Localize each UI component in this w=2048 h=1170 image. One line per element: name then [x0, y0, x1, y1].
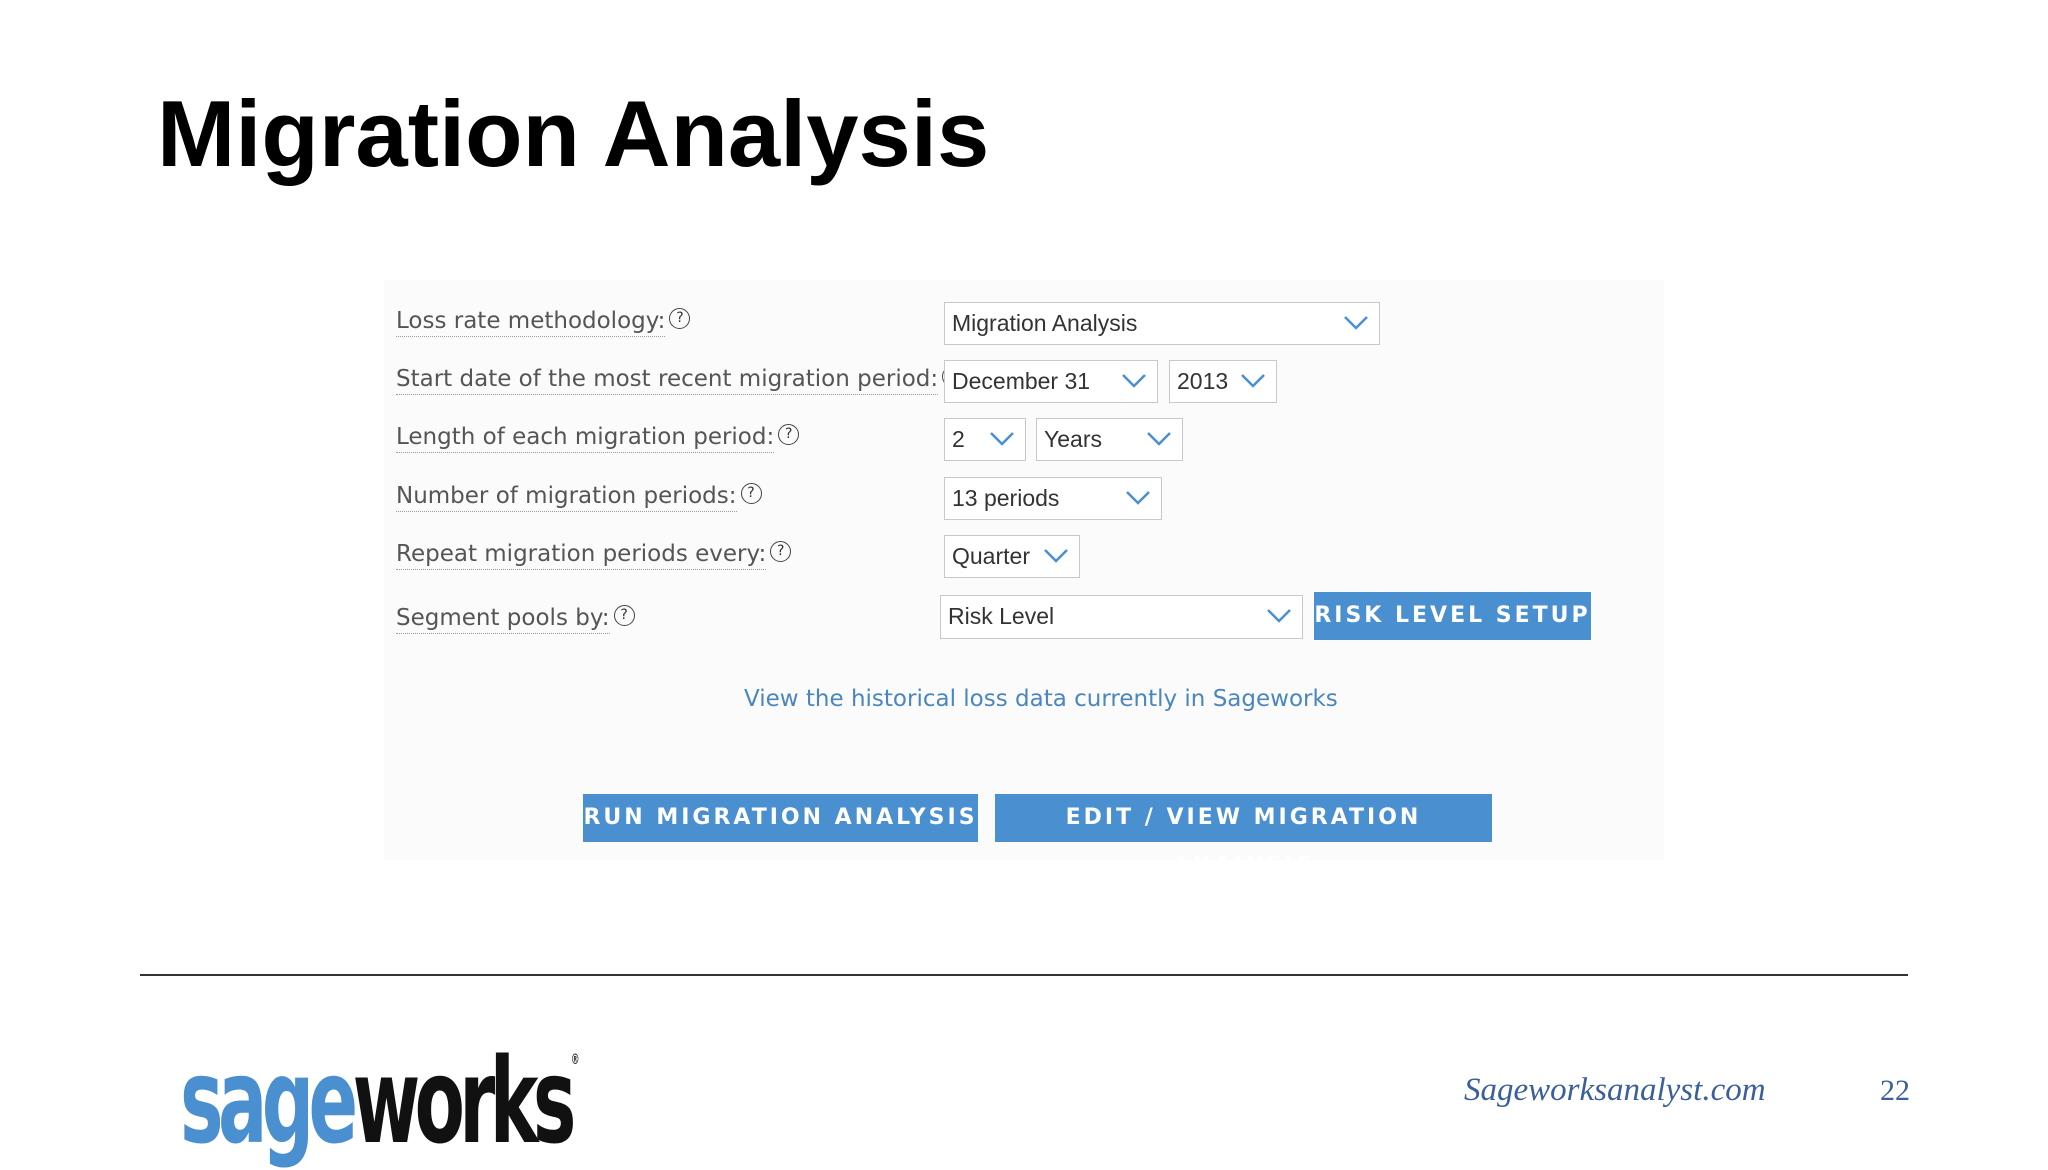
label-text: Start date of the most recent migration …	[396, 366, 939, 395]
chevron-down-icon	[1344, 316, 1368, 330]
chevron-down-icon	[1147, 432, 1171, 446]
chevron-down-icon	[990, 432, 1014, 446]
risk-level-setup-button[interactable]: RISK LEVEL SETUP	[1314, 592, 1591, 640]
footer-divider	[140, 974, 1908, 976]
repeat-every-select[interactable]: Quarter	[944, 535, 1080, 578]
select-value: Quarter	[952, 543, 1030, 569]
select-value: Risk Level	[948, 603, 1055, 629]
help-icon[interactable]: ?	[778, 424, 800, 445]
length-unit-select[interactable]: Years	[1036, 418, 1183, 461]
sageworks-logo: sageworks®	[180, 1000, 580, 1161]
label-text: Loss rate methodology:	[396, 308, 666, 337]
start-day-select[interactable]: December 31	[944, 360, 1158, 403]
chevron-down-icon	[1044, 549, 1068, 563]
chevron-down-icon	[1122, 374, 1146, 388]
chevron-down-icon	[1267, 609, 1291, 623]
segment-by-select[interactable]: Risk Level	[940, 595, 1303, 639]
chevron-down-icon	[1241, 374, 1265, 388]
select-value: 2013	[1177, 368, 1229, 394]
select-value: Years	[1044, 426, 1102, 452]
label-text: Length of each migration period:	[396, 424, 775, 453]
website-url: Sageworksanalyst.com	[1464, 1072, 1766, 1108]
label-text: Repeat migration periods every:	[396, 541, 767, 570]
label-repeat-every: Repeat migration periods every:?	[396, 541, 792, 570]
slide-title: Migration Analysis	[157, 81, 990, 186]
select-value: 2	[952, 426, 965, 452]
page-number: 22	[1880, 1074, 1910, 1107]
select-value: December 31	[952, 368, 1091, 394]
select-value: 13 periods	[952, 485, 1060, 511]
historical-loss-data-link[interactable]: View the historical loss data currently …	[744, 686, 1338, 712]
chevron-down-icon	[1126, 491, 1150, 505]
select-value: Migration Analysis	[952, 310, 1138, 336]
logo-part-works: works	[352, 1032, 577, 1170]
logo-part-sage: sage	[180, 1032, 358, 1170]
num-periods-select[interactable]: 13 periods	[944, 477, 1162, 520]
help-icon[interactable]: ?	[613, 605, 635, 626]
run-migration-analysis-button[interactable]: RUN MIGRATION ANALYSIS	[583, 794, 978, 842]
length-value-select[interactable]: 2	[944, 418, 1026, 461]
edit-view-migration-analysis-button[interactable]: EDIT / VIEW MIGRATION ANALYSIS	[995, 794, 1492, 878]
label-period-length: Length of each migration period:?	[396, 424, 800, 453]
help-icon[interactable]: ?	[770, 541, 792, 562]
help-icon[interactable]: ?	[740, 483, 762, 504]
label-text: Number of migration periods:	[396, 483, 737, 512]
start-year-select[interactable]: 2013	[1169, 360, 1277, 403]
label-number-of-periods: Number of migration periods:?	[396, 483, 762, 512]
methodology-select[interactable]: Migration Analysis	[944, 302, 1380, 345]
label-text: Segment pools by:	[396, 605, 610, 634]
label-segment-pools: Segment pools by:?	[396, 605, 635, 634]
label-start-date: Start date of the most recent migration …	[396, 366, 964, 395]
help-icon[interactable]: ?	[669, 308, 691, 329]
label-loss-rate-methodology: Loss rate methodology:?	[396, 308, 691, 337]
logo-registered-mark: ®	[570, 1052, 580, 1068]
